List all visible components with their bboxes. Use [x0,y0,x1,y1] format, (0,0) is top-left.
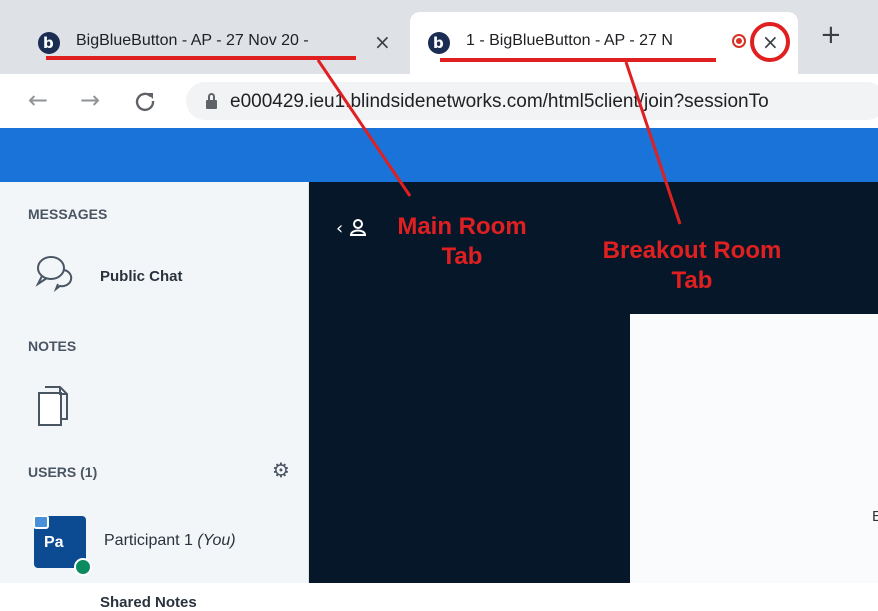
avatar-initials: Pa [44,534,64,551]
sidebar: MESSAGES Public Chat NOTES Shared Notes … [0,182,309,611]
public-chat-item[interactable]: Public Chat [0,244,308,300]
breakout-room-annotation: Breakout Room Tab [574,236,810,296]
close-tab-icon[interactable]: × [762,30,779,54]
shared-notes-item[interactable]: Shared Notes [0,378,308,611]
user-icon [349,219,366,236]
forward-arrow-icon[interactable]: → [80,86,100,114]
recording-dot-icon [732,34,746,48]
tab-title: 1 - BigBlueButton - AP - 27 N [466,32,673,49]
reload-icon[interactable] [134,86,156,118]
public-chat-label: Public Chat [100,268,183,285]
annotation-text: Tab [671,267,713,294]
participant-row[interactable]: Pa Participant 1 (You) [0,502,308,582]
document-icon [38,386,68,426]
app-header-bar [0,128,878,182]
bigbluebutton-icon: b [38,32,60,54]
slide-text: E [872,508,878,525]
main-room-annotation: Main Room Tab [372,212,552,272]
notes-header: NOTES [28,338,77,354]
annotation-text: Breakout Room [602,237,782,264]
presenter-icon [33,515,49,529]
avatar: Pa [33,515,92,576]
presentation-slide [630,314,878,583]
toggle-user-list-button[interactable]: ‹ [336,218,367,239]
gear-icon[interactable]: ⚙ [272,458,290,482]
tab-title: BigBlueButton - AP - 27 Nov 20 - [76,32,309,49]
chevron-left-icon: ‹ [336,218,344,239]
you-label: (You) [197,532,236,549]
participant-name: Participant 1 (You) [104,532,236,550]
url-text: e000429.ieu1.blindsidenetworks.com/html5… [230,91,769,112]
annotation-text: Main Room [397,213,527,240]
tab-breakout-room[interactable]: b 1 - BigBlueButton - AP - 27 N × [410,12,798,74]
annotation-text: Tab [441,243,483,270]
tab-main-room[interactable]: b BigBlueButton - AP - 27 Nov 20 - × [26,12,402,74]
browser-tab-strip: b BigBlueButton - AP - 27 Nov 20 - × b 1… [0,0,878,74]
shared-notes-label: Shared Notes [100,594,197,611]
messages-header: MESSAGES [28,206,108,222]
address-bar[interactable]: e000429.ieu1.blindsidenetworks.com/html5… [186,82,878,120]
participant-name-text: Participant 1 [104,532,193,549]
new-tab-button[interactable]: + [820,22,842,48]
users-header: USERS (1) [28,464,98,480]
chat-bubbles-icon [35,256,73,292]
close-tab-icon[interactable]: × [374,30,391,54]
browser-toolbar: ← → e000429.ieu1.blindsidenetworks.com/h… [0,74,878,128]
back-arrow-icon[interactable]: ← [28,86,48,114]
clock-icon [74,558,92,576]
lock-icon [206,93,217,109]
bigbluebutton-icon: b [428,32,450,54]
